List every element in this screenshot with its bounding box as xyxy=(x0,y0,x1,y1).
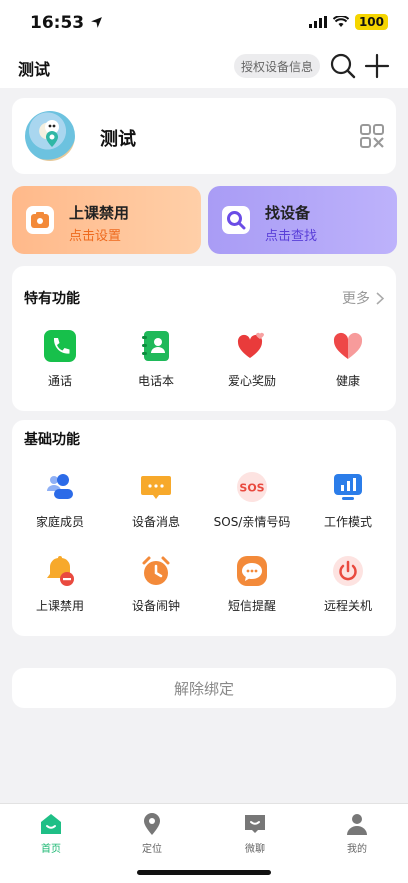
feature-health[interactable]: 健康 xyxy=(300,330,396,389)
battery-indicator: 100 xyxy=(354,14,388,30)
avatar[interactable] xyxy=(25,111,75,161)
feature-call[interactable]: 通话 xyxy=(12,330,108,389)
feature-work-mode[interactable]: 工作模式 xyxy=(300,471,396,530)
feature-label: 健康 xyxy=(335,374,360,388)
svg-text:SOS: SOS xyxy=(239,482,264,495)
bell-disable-icon xyxy=(47,556,74,586)
feature-sos[interactable]: SOS SOS/亲情号码 xyxy=(204,471,300,530)
promo-subtitle: 点击查找 xyxy=(265,229,318,244)
feature-family-members[interactable]: 家庭成员 xyxy=(12,471,108,530)
sos-icon: SOS xyxy=(237,472,267,502)
feature-label: 设备消息 xyxy=(131,515,180,529)
power-icon xyxy=(333,556,363,586)
feature-device-messages[interactable]: 设备消息 xyxy=(108,471,204,530)
feature-sms-reminder[interactable]: 短信提醒 xyxy=(204,555,300,614)
feature-label: 上课禁用 xyxy=(35,599,84,613)
heart-reward-icon xyxy=(237,332,264,358)
more-label: 更多 xyxy=(342,291,370,307)
top-bar: 测试 授权设备信息 xyxy=(0,46,408,88)
find-device-card[interactable]: 找设备 点击查找 xyxy=(208,186,397,254)
auth-device-info-button[interactable]: 授权设备信息 xyxy=(234,54,320,78)
health-heart-icon xyxy=(333,332,363,359)
section-title: 特有功能 xyxy=(24,291,80,307)
message-icon xyxy=(141,476,171,499)
signal-icon xyxy=(308,16,327,28)
feature-remote-shutdown[interactable]: 远程关机 xyxy=(300,555,396,614)
home-indicator xyxy=(137,870,271,875)
class-disable-card[interactable]: 上课禁用 点击设置 xyxy=(12,186,201,254)
tab-chat[interactable]: 微聊 xyxy=(225,812,285,855)
tab-location[interactable]: 定位 xyxy=(122,812,182,855)
status-icons: 100 xyxy=(308,14,388,30)
basic-features-section: 基础功能 家庭成员 设备消息 SOS SOS/亲情号码 工作模式 上课禁用 设备… xyxy=(12,420,396,636)
wifi-icon xyxy=(332,16,349,27)
feature-label: 远程关机 xyxy=(323,599,372,613)
page-title: 测试 xyxy=(18,60,51,79)
feature-label: SOS/亲情号码 xyxy=(213,515,291,529)
feature-class-disable[interactable]: 上课禁用 xyxy=(12,555,108,614)
feature-label: 设备闹钟 xyxy=(131,599,180,613)
status-time: 16:53 xyxy=(30,13,103,33)
alarm-clock-icon xyxy=(142,556,170,585)
feature-label: 通话 xyxy=(47,374,72,388)
device-name: 测试 xyxy=(100,129,136,150)
sms-bubble-icon xyxy=(237,556,267,586)
special-features-section: 特有功能 更多 通话 电话本 爱心奖励 健康 xyxy=(12,266,396,411)
feature-label: 爱心奖励 xyxy=(227,374,276,388)
chevron-right-icon xyxy=(376,291,384,305)
tab-label: 首页 xyxy=(41,844,61,855)
status-bar: 16:53 100 xyxy=(0,0,408,46)
tab-label: 我的 xyxy=(347,844,367,855)
chat-icon xyxy=(245,815,265,833)
promo-title: 上课禁用 xyxy=(69,204,130,222)
tab-label: 微聊 xyxy=(245,844,265,855)
add-icon[interactable] xyxy=(362,51,392,81)
family-members-icon xyxy=(47,474,73,499)
find-device-search-icon xyxy=(222,206,250,234)
phone-icon xyxy=(44,330,76,362)
location-arrow-icon xyxy=(91,17,102,28)
promo-subtitle: 点击设置 xyxy=(69,229,122,244)
home-icon xyxy=(41,814,61,834)
feature-label: 短信提醒 xyxy=(227,599,276,613)
contacts-book-icon xyxy=(142,331,169,361)
feature-device-alarm[interactable]: 设备闹钟 xyxy=(108,555,204,614)
class-disable-promo-icon xyxy=(26,206,54,234)
feature-heart-reward[interactable]: 爱心奖励 xyxy=(204,330,300,389)
promo-title: 找设备 xyxy=(265,204,311,222)
tab-label: 定位 xyxy=(142,844,162,855)
unbind-button[interactable]: 解除绑定 xyxy=(12,668,396,708)
person-icon xyxy=(347,814,367,835)
location-pin-icon xyxy=(144,813,160,835)
tab-me[interactable]: 我的 xyxy=(327,812,387,855)
feature-phonebook[interactable]: 电话本 xyxy=(108,330,204,389)
feature-label: 工作模式 xyxy=(323,515,372,529)
avatar-image xyxy=(45,120,59,147)
status-time-text: 16:53 xyxy=(30,13,85,33)
feature-label: 电话本 xyxy=(137,374,174,388)
tab-home[interactable]: 首页 xyxy=(21,812,81,855)
chart-monitor-icon xyxy=(334,474,362,500)
section-title: 基础功能 xyxy=(24,432,80,448)
device-profile-card[interactable]: 测试 xyxy=(12,98,396,174)
feature-label: 家庭成员 xyxy=(35,515,84,529)
more-link[interactable]: 更多 xyxy=(342,288,384,308)
qr-code-icon[interactable] xyxy=(360,124,384,148)
search-icon[interactable] xyxy=(328,51,358,81)
